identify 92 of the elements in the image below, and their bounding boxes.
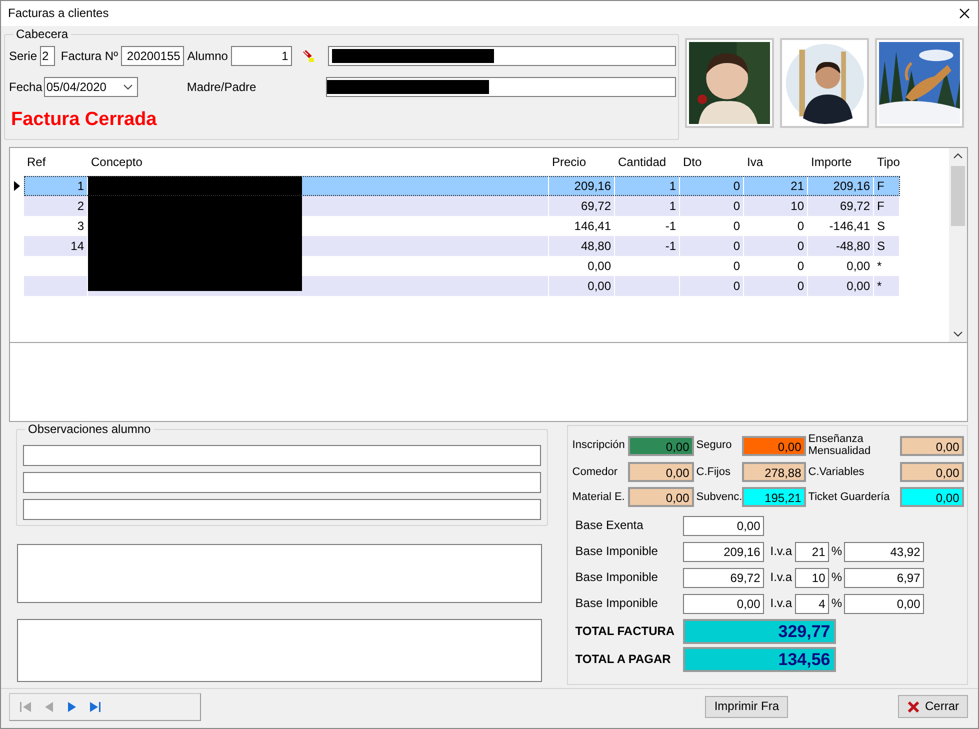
total-field: 329,77: [683, 619, 836, 644]
column-header[interactable]: Iva: [744, 148, 808, 176]
amount-field[interactable]: 0,00: [683, 516, 764, 536]
amount-field[interactable]: 0,00: [628, 462, 694, 482]
field-label: Enseñanza Mensualidad: [807, 434, 872, 458]
table-cell: *: [874, 276, 900, 296]
table-cell: 0: [680, 276, 744, 296]
column-header[interactable]: Precio: [549, 148, 615, 176]
field-label: Base Exenta: [575, 518, 644, 533]
field-label: C.Fijos: [695, 466, 732, 479]
observation-field[interactable]: [23, 499, 541, 520]
table-cell: 0,00: [549, 276, 615, 296]
table-row[interactable]: 0,00 0 0 0,00 *: [24, 276, 900, 296]
column-header[interactable]: Dto: [680, 148, 744, 176]
amount-field[interactable]: 195,21: [742, 487, 806, 508]
total-label: TOTAL A PAGAR: [575, 652, 672, 667]
print-button[interactable]: Imprimir Fra: [705, 696, 788, 718]
field-label: Fecha: [9, 80, 42, 94]
table-row[interactable]: 2 69,72 1 0 10 69,72 F: [24, 196, 900, 216]
amount-field[interactable]: 6,97: [844, 568, 924, 588]
notes-area[interactable]: [17, 544, 542, 603]
last-record-icon[interactable]: [89, 700, 101, 712]
field-label: Ticket Guardería: [807, 490, 891, 504]
serie-field[interactable]: 2: [40, 46, 55, 66]
field-label: Material E.: [571, 490, 626, 504]
student-field[interactable]: 1: [230, 46, 292, 66]
scrollbar[interactable]: [949, 148, 967, 342]
amount-field[interactable]: 0,00: [628, 487, 694, 508]
field-label: I.v.a: [770, 544, 794, 559]
rate-field[interactable]: 4: [795, 594, 830, 614]
scroll-thumb[interactable]: [951, 166, 965, 226]
field-label: C.Variables: [807, 466, 866, 479]
date-field[interactable]: 05/04/2020: [44, 77, 138, 97]
observation-field[interactable]: [23, 445, 541, 466]
rate-field[interactable]: 21: [795, 542, 830, 562]
field-label: Inscripción: [571, 438, 626, 452]
percent-label: %: [830, 596, 844, 611]
table-row[interactable]: 1 209,16 1 0 21 209,16 F: [24, 176, 900, 196]
window-title: Facturas a clientes: [8, 6, 109, 21]
field-label: Base Imponible: [575, 570, 659, 585]
column-header[interactable]: Ref: [24, 148, 88, 176]
column-header[interactable]: Concepto: [88, 148, 549, 176]
field-label: Base Imponible: [575, 596, 659, 611]
amount-field[interactable]: 0,00: [683, 594, 764, 614]
amount-field[interactable]: 0,00: [900, 487, 964, 508]
group-legend: Observaciones alumno: [25, 422, 154, 436]
flashlight-icon[interactable]: [301, 49, 316, 63]
parent-name-field[interactable]: [326, 77, 676, 97]
field-label: Subvenc.: [695, 490, 742, 504]
amount-field[interactable]: 0,00: [742, 436, 806, 456]
amount-field[interactable]: 0,00: [900, 436, 964, 456]
amount-field[interactable]: 0,00: [844, 594, 924, 614]
close-icon: [907, 700, 920, 714]
notes-area[interactable]: [17, 619, 542, 682]
close-button[interactable]: Cerrar: [898, 695, 968, 718]
table-cell: 0: [744, 276, 808, 296]
table-row[interactable]: 14 48,80 -1 0 0 -48,80 S: [24, 236, 900, 256]
amount-field[interactable]: 43,92: [844, 542, 924, 562]
field-label: Factura Nº: [60, 48, 118, 64]
field-label: Madre/Padre: [186, 80, 258, 94]
column-header[interactable]: Tipo: [874, 148, 900, 176]
percent-label: %: [830, 570, 844, 585]
close-icon[interactable]: [959, 8, 970, 19]
status-label: Factura Cerrada: [11, 109, 157, 132]
rate-field[interactable]: 10: [795, 568, 830, 588]
chevron-icon[interactable]: [122, 84, 133, 90]
percent-label: %: [830, 544, 844, 559]
student-name-field[interactable]: [328, 46, 676, 66]
total-label: TOTAL FACTURA: [575, 624, 676, 639]
row-indicator-icon: [14, 181, 20, 191]
field-label: Base Imponible: [575, 544, 659, 559]
amount-field[interactable]: 209,16: [683, 542, 764, 562]
amount-field[interactable]: 0,00: [628, 436, 694, 456]
scroll-up-icon[interactable]: [953, 152, 963, 160]
field-label: Alumno: [187, 48, 228, 64]
amount-field[interactable]: 278,88: [742, 462, 806, 482]
amount-field[interactable]: 69,72: [683, 568, 764, 588]
field-label: I.v.a: [770, 570, 794, 585]
invoice-number-field[interactable]: 20200155: [120, 46, 184, 66]
scroll-down-icon[interactable]: [953, 330, 963, 338]
total-field: 134,56: [683, 647, 836, 672]
field-label: I.v.a: [770, 596, 794, 611]
amount-field[interactable]: 0,00: [900, 462, 964, 482]
table-cell: 0,00: [808, 276, 874, 296]
next-icon[interactable]: [66, 700, 78, 712]
observation-field[interactable]: [23, 472, 541, 493]
column-header[interactable]: Cantidad: [615, 148, 680, 176]
field-label: Serie: [9, 48, 38, 64]
column-header[interactable]: Importe: [808, 148, 874, 176]
field-label: Seguro: [695, 438, 733, 452]
field-label: Comedor: [571, 466, 619, 479]
group-legend: Cabecera: [13, 27, 72, 42]
